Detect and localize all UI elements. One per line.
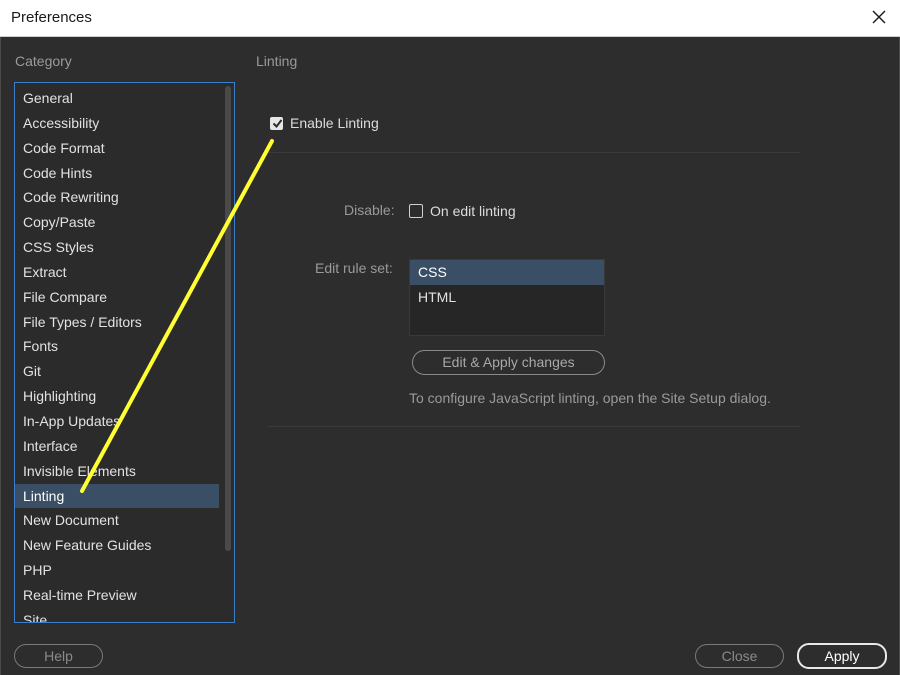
category-item-site[interactable]: Site	[15, 608, 219, 622]
rule-set-list[interactable]: CSS HTML	[409, 259, 605, 336]
enable-linting-label: Enable Linting	[290, 115, 379, 131]
category-item-new-document[interactable]: New Document	[15, 508, 219, 533]
category-item-in-app-updates[interactable]: In-App Updates	[15, 409, 219, 434]
category-item-css-styles[interactable]: CSS Styles	[15, 235, 219, 260]
category-item-invisible-elements[interactable]: Invisible Elements	[15, 459, 219, 484]
separator	[268, 152, 800, 153]
category-item-php[interactable]: PHP	[15, 558, 219, 583]
separator	[268, 426, 800, 427]
category-item-file-compare[interactable]: File Compare	[15, 285, 219, 310]
window-title: Preferences	[11, 9, 92, 26]
category-item-new-feature-guides[interactable]: New Feature Guides	[15, 533, 219, 558]
category-item-code-rewriting[interactable]: Code Rewriting	[15, 185, 219, 210]
checkmark-icon	[272, 118, 283, 128]
category-list[interactable]: General Accessibility Code Format Code H…	[14, 82, 235, 623]
category-item-code-hints[interactable]: Code Hints	[15, 161, 219, 186]
close-icon[interactable]	[870, 8, 888, 26]
category-item-accessibility[interactable]: Accessibility	[15, 111, 219, 136]
category-item-extract[interactable]: Extract	[15, 260, 219, 285]
rule-set-item-css[interactable]: CSS	[410, 260, 604, 285]
category-item-general[interactable]: General	[15, 86, 219, 111]
on-edit-linting-label: On edit linting	[430, 203, 516, 219]
enable-linting-row[interactable]: Enable Linting	[270, 114, 379, 132]
category-item-interface[interactable]: Interface	[15, 434, 219, 459]
on-edit-linting-row[interactable]: On edit linting	[409, 202, 516, 220]
panel-heading: Linting	[256, 53, 298, 69]
edit-rule-set-label: Edit rule set:	[315, 260, 393, 276]
category-item-highlighting[interactable]: Highlighting	[15, 384, 219, 409]
category-item-real-time-preview[interactable]: Real-time Preview	[15, 583, 219, 608]
rule-set-item-html[interactable]: HTML	[410, 285, 604, 310]
category-item-git[interactable]: Git	[15, 359, 219, 384]
on-edit-linting-checkbox[interactable]	[409, 204, 423, 218]
javascript-linting-info: To configure JavaScript linting, open th…	[409, 390, 771, 406]
help-button[interactable]: Help	[14, 644, 103, 668]
close-button[interactable]: Close	[695, 644, 784, 668]
disable-label: Disable:	[344, 202, 395, 218]
category-scrollbar[interactable]	[225, 86, 231, 551]
edit-apply-changes-button[interactable]: Edit & Apply changes	[412, 350, 605, 375]
category-item-file-types-editors[interactable]: File Types / Editors	[15, 310, 219, 335]
category-item-copy-paste[interactable]: Copy/Paste	[15, 210, 219, 235]
title-bar: Preferences	[0, 0, 900, 37]
category-heading: Category	[15, 53, 72, 69]
apply-button[interactable]: Apply	[797, 643, 887, 669]
category-item-linting[interactable]: Linting	[15, 483, 219, 509]
enable-linting-checkbox[interactable]	[270, 116, 283, 130]
category-item-code-format[interactable]: Code Format	[15, 136, 219, 161]
category-item-fonts[interactable]: Fonts	[15, 334, 219, 359]
